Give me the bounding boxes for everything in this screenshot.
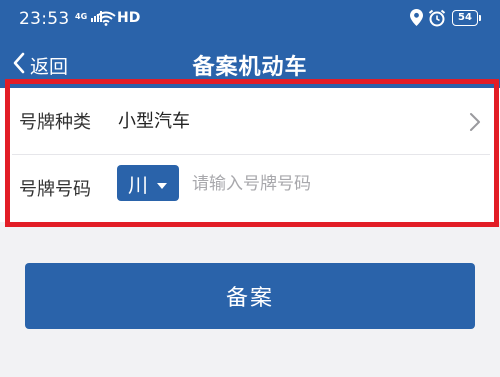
plate-number-label: 号牌号码 (19, 179, 91, 200)
status-bar: 23:53 4G HD 54 (0, 0, 500, 36)
page-title: 备案机动车 (192, 55, 308, 80)
submit-button[interactable]: 备案 (25, 263, 475, 329)
plate-number-row: 号牌号码 川 (0, 155, 500, 221)
status-time: 23:53 (19, 9, 70, 29)
plate-type-row[interactable]: 号牌种类 小型汽车 (0, 88, 500, 154)
province-value: 川 (128, 172, 148, 197)
plate-type-label: 号牌种类 (19, 112, 91, 133)
app-header: 23:53 4G HD 54 返回 备案机动车 (0, 0, 500, 88)
plate-type-value: 小型汽车 (118, 111, 190, 132)
chevron-right-icon (469, 112, 481, 136)
alarm-icon (428, 9, 446, 31)
wifi-icon (96, 11, 116, 30)
vehicle-form: 号牌种类 小型汽车 号牌号码 川 (0, 88, 500, 222)
province-select[interactable]: 川 (117, 165, 179, 201)
location-icon (410, 9, 423, 30)
plate-number-input[interactable] (190, 167, 484, 201)
network-label: HD (117, 10, 141, 26)
signal-label: 4G (75, 12, 88, 21)
battery-icon: 54 (452, 10, 481, 26)
caret-down-icon (157, 174, 167, 193)
